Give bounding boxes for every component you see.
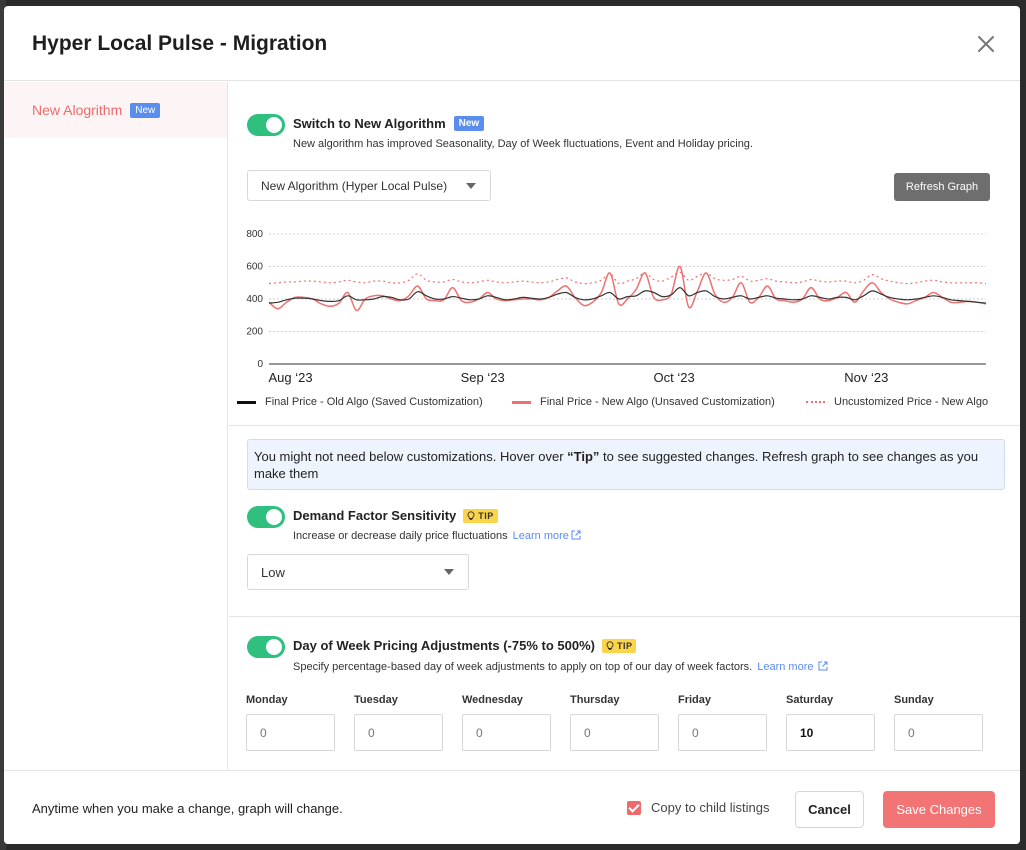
modal-title: Hyper Local Pulse - Migration [32, 32, 328, 55]
day-label-friday: Friday [678, 694, 712, 706]
info-text-before: You might not need below customizations.… [254, 449, 568, 464]
series-line-new-algo [268, 265, 987, 312]
x-tick-label: Nov ‘23 [844, 370, 888, 385]
copy-to-child-checkbox[interactable]: Copy to child listings [627, 800, 770, 815]
tip-label: TIP [478, 510, 494, 521]
learn-more-link[interactable]: Learn more [513, 530, 581, 542]
day-label-tuesday: Tuesday [354, 694, 398, 706]
demand-factor-select[interactable]: Low [247, 554, 469, 590]
day-of-week-description: Specify percentage-based day of week adj… [293, 661, 828, 673]
demand-factor-description-text: Increase or decrease daily price fluctua… [293, 530, 508, 542]
day-input-tuesday[interactable] [354, 714, 443, 751]
info-box: You might not need below customizations.… [247, 439, 1005, 490]
tip-label: TIP [616, 640, 633, 651]
algorithm-title: Switch to New Algorithm New [293, 116, 485, 131]
learn-more-label: Learn more [512, 530, 569, 542]
day-input-wednesday[interactable] [462, 714, 551, 751]
tip-badge[interactable]: TIP [463, 508, 498, 523]
price-chart: 0 200 400 600 800 Aug ‘23 Sep ‘23 Oct ‘23 Nov ‘2… [229, 220, 1020, 420]
algorithm-title-text: Switch to New Algorithm [293, 116, 446, 131]
day-of-week-description-text: Specify percentage-based day of week adj… [293, 661, 753, 673]
x-tick-label: Oct ‘23 [654, 370, 695, 385]
learn-more-label: Learn more [757, 661, 814, 673]
legend-label: Uncustomized Price - New Algo [834, 396, 989, 408]
chart-legend: Final Price - Old Algo (Saved Customizat… [229, 392, 1020, 412]
close-button[interactable] [974, 32, 998, 56]
legend-item-old-algo: Final Price - Old Algo (Saved Customizat… [237, 396, 483, 408]
x-tick-label: Sep ‘23 [461, 370, 505, 385]
legend-item-new-algo: Final Price - New Algo (Unsaved Customiz… [512, 396, 775, 408]
price-chart-svg: 0 200 400 600 800 Aug ‘23 Sep ‘23 Oct ‘23 Nov ‘2… [246, 229, 987, 385]
checkbox-checked-icon[interactable] [627, 800, 641, 815]
graph-select-value: New Algorithm (Hyper Local Pulse) [261, 178, 448, 193]
day-of-week-title-text: Day of Week Pricing Adjustments (-75% to… [293, 638, 595, 653]
new-badge: New [453, 116, 485, 131]
y-tick-label: 400 [246, 294, 263, 305]
footer-note: Anytime when you make a change, graph wi… [32, 801, 343, 816]
lightbulb-icon [467, 510, 475, 520]
demand-factor-toggle[interactable] [247, 506, 285, 528]
day-label-saturday: Saturday [786, 694, 834, 706]
sidebar-item-label: New Alogrithm [32, 102, 123, 118]
day-input-monday[interactable] [246, 714, 335, 751]
cancel-button[interactable]: Cancel [795, 791, 864, 828]
legend-swatch [806, 401, 825, 403]
legend-swatch [512, 400, 531, 404]
sidebar-item-new-algorithm[interactable]: New Alogrithm New [4, 82, 227, 138]
y-tick-label: 800 [246, 229, 263, 240]
lightbulb-icon [606, 640, 614, 650]
y-tick-label: 200 [246, 327, 263, 338]
y-tick-label: 600 [246, 262, 263, 273]
day-input-friday[interactable] [678, 714, 767, 751]
day-label-wednesday: Wednesday [462, 694, 523, 706]
sidebar: New Alogrithm New [4, 82, 228, 770]
demand-factor-title: Demand Factor Sensitivity TIP [293, 508, 498, 523]
legend-item-uncustomized: Uncustomized Price - New Algo [806, 396, 988, 408]
migration-modal: Hyper Local Pulse - Migration New Alogri… [4, 6, 1020, 844]
info-text-bold: “Tip” [567, 449, 600, 464]
series-line-uncustomized [268, 271, 987, 285]
x-tick-label: Aug ‘23 [268, 370, 312, 385]
legend-label: Final Price - Old Algo (Saved Customizat… [265, 396, 483, 408]
chevron-down-icon [466, 182, 476, 189]
copy-to-child-label: Copy to child listings [651, 800, 770, 815]
main-content: Switch to New Algorithm New New algorith… [229, 82, 1020, 770]
section-divider [229, 425, 1020, 426]
day-input-sunday[interactable] [894, 714, 983, 751]
algorithm-description: New algorithm has improved Seasonality, … [293, 138, 753, 150]
day-of-week-toggle[interactable] [247, 636, 285, 658]
chevron-down-icon [444, 569, 454, 575]
demand-factor-description: Increase or decrease daily price fluctua… [293, 530, 581, 542]
demand-factor-title-text: Demand Factor Sensitivity [293, 508, 457, 523]
legend-label: Final Price - New Algo (Unsaved Customiz… [540, 396, 775, 408]
demand-factor-select-value: Low [261, 564, 285, 580]
refresh-graph-button[interactable]: Refresh Graph [894, 173, 990, 201]
day-input-thursday[interactable] [570, 714, 659, 751]
graph-algorithm-select[interactable]: New Algorithm (Hyper Local Pulse) [247, 170, 491, 201]
day-label-monday: Monday [246, 694, 288, 706]
day-of-week-title: Day of Week Pricing Adjustments (-75% to… [293, 638, 637, 653]
new-badge: New [130, 102, 161, 118]
day-input-saturday[interactable] [786, 714, 875, 751]
algorithm-toggle[interactable] [247, 114, 285, 136]
legend-swatch [237, 400, 256, 404]
close-icon [978, 36, 994, 52]
save-changes-button[interactable]: Save Changes [883, 791, 995, 828]
external-link-icon [818, 661, 828, 671]
modal-footer: Anytime when you make a change, graph wi… [4, 770, 1020, 844]
modal-header: Hyper Local Pulse - Migration [4, 6, 1020, 81]
day-label-sunday: Sunday [894, 694, 934, 706]
y-tick-label: 0 [257, 359, 263, 370]
external-link-icon [571, 530, 581, 540]
day-label-thursday: Thursday [570, 694, 620, 706]
tip-badge[interactable]: TIP [601, 638, 637, 653]
section-divider [229, 616, 1020, 617]
learn-more-link[interactable]: Learn more [757, 661, 828, 673]
